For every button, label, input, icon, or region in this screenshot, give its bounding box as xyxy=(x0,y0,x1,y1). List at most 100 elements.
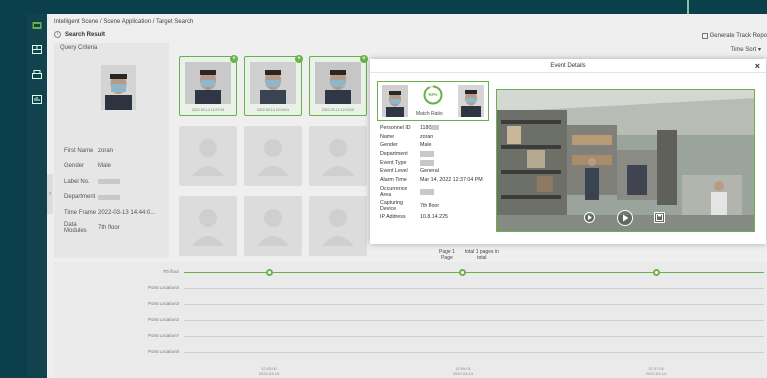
event-details-dialog: Event Details × 93% Match Ratio Personne… xyxy=(370,59,766,244)
left-rail xyxy=(27,14,47,378)
query-value: 7th floor xyxy=(98,225,120,232)
timeline-point[interactable] xyxy=(459,269,466,276)
result-photo xyxy=(185,62,231,104)
result-timestamp: 2022-03-14 12:03:00 xyxy=(321,108,355,112)
timeline-tick: 12:09:01 2022-03-14 xyxy=(443,366,483,376)
detail-label: Event Type xyxy=(380,159,407,166)
face-comparison: 93% Match Ratio xyxy=(377,81,489,121)
timeline-track xyxy=(184,320,764,321)
track-timeline: 7th floor Point Location4 Point Location… xyxy=(54,262,767,378)
query-row: Time Frame 2022-03-13 14:44:0... xyxy=(64,205,155,221)
capture-photo xyxy=(382,85,408,117)
query-value: 2022-03-13 14:44:0... xyxy=(98,209,156,216)
timeline-row-label: Point Location4 xyxy=(147,285,179,290)
query-label: First Name xyxy=(64,147,94,154)
query-value: zoran xyxy=(98,147,114,154)
query-info: First Name zoran Gender Male Label No. Dep… xyxy=(64,143,155,236)
placeholder-card xyxy=(244,196,302,256)
detail-row: Personnel ID 1180 xyxy=(380,125,483,134)
report-icon xyxy=(701,33,708,39)
query-row: Data Modules 7th floor xyxy=(64,221,155,237)
detail-value: General xyxy=(420,168,439,175)
placeholder-card xyxy=(179,196,237,256)
page-indicator: Page 1 Page xyxy=(439,249,455,261)
scene-icon[interactable] xyxy=(31,20,43,30)
redacted-value xyxy=(420,188,434,195)
section-title: Search Result xyxy=(65,31,106,38)
timeline-row-label: 7th floor xyxy=(162,269,179,274)
top-accent xyxy=(687,0,689,14)
result-card[interactable]: 2022-03-14 12:37:04 + xyxy=(179,55,238,116)
timeline-point[interactable] xyxy=(266,269,273,276)
detail-label: Alarm Time xyxy=(380,177,407,184)
detail-row: Event Level General xyxy=(380,168,483,177)
result-timestamp: 2022-03-14 12:09:01 xyxy=(256,108,290,112)
pagination: Page 1 Page total 1 pages in total xyxy=(439,249,499,261)
add-icon[interactable]: + xyxy=(230,55,238,63)
timeline-track xyxy=(184,304,764,305)
detail-value: 10.8.14.225 xyxy=(420,213,448,220)
back-icon[interactable]: ‹ xyxy=(54,31,61,38)
timeline-point[interactable] xyxy=(653,269,660,276)
dialog-header: Event Details × xyxy=(370,59,766,73)
query-criteria-panel: Query Criteria First Name zoran Gender Mal… xyxy=(54,43,169,258)
time-sort-dropdown[interactable]: Time Sort ▾ xyxy=(731,46,761,53)
add-icon[interactable]: + xyxy=(295,55,303,63)
query-label: Data Modules xyxy=(64,222,87,235)
person-placeholder-icon xyxy=(257,139,289,176)
redacted-value xyxy=(420,151,434,158)
result-card[interactable]: 2022-03-14 12:09:01 + xyxy=(244,55,303,116)
query-row: Gender Male xyxy=(64,159,155,175)
detail-row: Alarm Time Mar 14, 2022 12:37:04 PM xyxy=(380,177,483,186)
page-label: Page xyxy=(441,255,453,261)
result-card[interactable]: 2022-03-14 12:03:00 + xyxy=(309,55,368,116)
query-label: Gender xyxy=(64,163,85,170)
detail-label: Event Level xyxy=(380,168,408,175)
person-placeholder-icon xyxy=(192,209,224,246)
match-percent: 93% xyxy=(428,92,438,97)
layout-icon[interactable] xyxy=(31,44,43,54)
time-sort-label: Time Sort xyxy=(730,47,757,53)
save-icon[interactable] xyxy=(654,212,665,223)
add-icon[interactable]: + xyxy=(360,55,368,63)
timeline-track xyxy=(184,352,764,353)
redacted-value xyxy=(420,159,434,166)
generate-track-label: Generate Track Repo xyxy=(709,33,767,39)
printer-icon[interactable] xyxy=(31,69,43,79)
timeline-row-label: Point Location0 xyxy=(147,349,179,354)
result-photo xyxy=(250,62,296,104)
query-label: Time Frame xyxy=(64,209,97,216)
timeline-row-label: Point Location7 xyxy=(147,333,179,338)
person-placeholder-icon xyxy=(192,139,224,176)
query-label: Label No. xyxy=(64,178,90,185)
redacted-value xyxy=(431,125,440,130)
person-placeholder-icon xyxy=(257,209,289,246)
timeline-tick: 12:37:04 2022-03-14 xyxy=(636,366,676,376)
detail-value: zoran xyxy=(420,133,434,140)
result-timestamp: 2022-03-14 12:37:04 xyxy=(191,108,225,112)
match-ratio-label: Match Ratio xyxy=(416,111,443,117)
placeholder-card xyxy=(244,126,302,186)
search-result-header: ‹ Search Result xyxy=(54,31,105,38)
detail-value: 1180 xyxy=(420,125,432,131)
detail-label: Department xyxy=(380,151,408,158)
query-value: Male xyxy=(98,163,112,170)
generate-track-button[interactable]: Generate Track Repo xyxy=(701,33,767,39)
tick-date: 2022-03-14 xyxy=(258,371,280,376)
play-video-icon[interactable] xyxy=(617,210,633,226)
event-detail-list: Personnel ID 1180 Name zoran Gender Male De… xyxy=(380,125,483,223)
detail-row: Capturing Device 7th floor xyxy=(380,200,483,214)
detail-row: IP Address 10.8.14.225 xyxy=(380,214,483,223)
placeholder-card xyxy=(309,196,367,256)
collapse-panel-tab[interactable]: › xyxy=(47,174,53,214)
redacted-value xyxy=(98,179,120,185)
close-icon[interactable]: × xyxy=(755,61,760,71)
person-placeholder-icon xyxy=(322,139,354,176)
placeholder-card xyxy=(179,126,237,186)
breadcrumb: Intelligent Scene / Scene Application / … xyxy=(54,19,194,25)
play-icon[interactable] xyxy=(584,212,595,223)
scene-snapshot xyxy=(496,89,755,232)
detail-label: Name xyxy=(380,133,395,140)
report-icon[interactable] xyxy=(31,94,43,104)
detail-value: 7th floor xyxy=(420,202,440,209)
